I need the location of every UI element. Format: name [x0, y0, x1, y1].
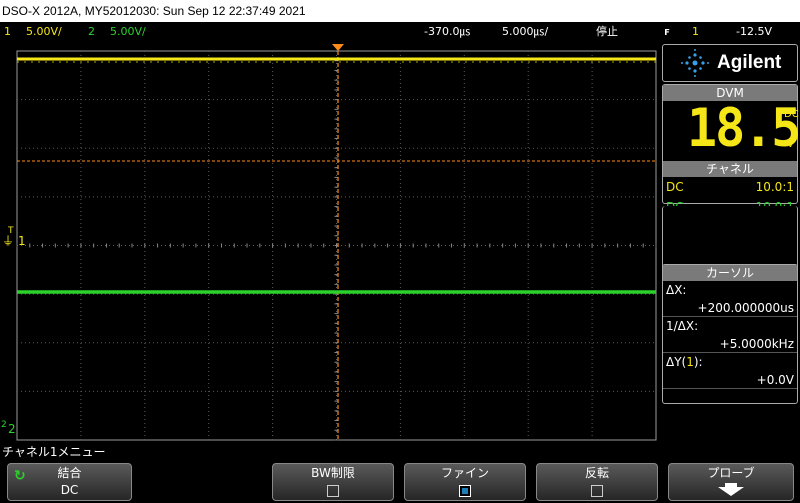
rotate-knob-icon: ↻ — [14, 468, 26, 484]
bw-limit-softkey[interactable]: BW制限 — [272, 463, 394, 501]
run-state: 停止 — [596, 25, 618, 38]
ch1-coupling: DC — [666, 180, 684, 194]
info-panel: Agilent DVM 18.5 DC V チャネル DC 10.0:1 DC … — [660, 42, 800, 442]
ch1-ground-marker[interactable]: 1 — [18, 234, 26, 248]
cursor-box: カーソル ΔX: +200.000000us 1/ΔX: +5.0000kHz … — [662, 264, 798, 404]
scope-display[interactable]: T ⏚ 1 2 2 — [0, 42, 660, 442]
dx-value: +200.000000us — [663, 299, 797, 317]
dvm-unit: V — [787, 139, 794, 150]
dvm-box: DVM 18.5 DC V チャネル DC 10.0:1 DC 10.0:1 — [662, 84, 800, 214]
probe-label: プローブ — [707, 466, 755, 480]
cursor-header: カーソル — [663, 265, 797, 281]
agilent-spark-icon — [681, 49, 709, 77]
inv-dx-label: 1/ΔX: — [666, 319, 699, 333]
status-bar: 1 5.00V/ 2 5.00V/ -370.0㎲ 5.000㎲/ 停止 ꜰ 1… — [0, 22, 800, 42]
fine-label: ファイン — [440, 466, 489, 480]
dy-label-pre: ΔY( — [666, 355, 687, 369]
invert-checkbox[interactable] — [591, 484, 603, 497]
dy-label-post: ): — [693, 355, 703, 369]
dvm-coupling: DC — [784, 109, 799, 120]
fine-softkey[interactable]: ファイン — [404, 463, 526, 501]
brand-name: Agilent — [717, 52, 782, 73]
ch2-ground-marker[interactable]: 2 — [8, 422, 16, 436]
arrow-down-icon — [718, 483, 744, 496]
time-scale[interactable]: 5.000㎲/ — [502, 22, 548, 42]
trigger-channel[interactable]: 1 — [692, 22, 699, 42]
bw-limit-checkbox[interactable] — [327, 484, 339, 497]
ch1-probe: 10.0:1 — [755, 180, 794, 194]
ch2-marker-small: 2 — [1, 420, 7, 430]
dy-label: ΔY(1): — [663, 353, 797, 371]
invert-softkey[interactable]: 反転 — [536, 463, 658, 501]
dvm-value: 18.5 — [687, 97, 800, 159]
waveform-area[interactable] — [0, 42, 660, 442]
coupling-softkey[interactable]: ↻ 結合 DC — [7, 463, 132, 501]
ch1-scale[interactable]: 5.00V/ — [26, 22, 62, 42]
probe-softkey[interactable]: プローブ — [668, 463, 794, 501]
menu-title: チャネル1メニュー — [2, 445, 106, 459]
dy-channel: 1 — [686, 355, 694, 369]
coupling-label: 結合 — [57, 466, 82, 480]
trigger-time-marker[interactable] — [332, 44, 344, 51]
channel-row-1[interactable]: DC 10.0:1 — [663, 177, 797, 197]
bw-limit-label: BW制限 — [311, 466, 355, 480]
ch1-number[interactable]: 1 — [4, 22, 11, 42]
ch2-number[interactable]: 2 — [88, 22, 95, 42]
ground-icon: ⏚ — [2, 234, 15, 248]
invert-label: 反転 — [584, 466, 609, 480]
trigger-edge-icon: ꜰ — [664, 25, 671, 38]
fine-checkbox[interactable] — [459, 484, 471, 497]
dx-label: ΔX: — [666, 283, 687, 297]
coupling-value: DC — [60, 483, 79, 497]
graticule — [16, 50, 657, 441]
channel-header: チャネル — [663, 161, 797, 177]
brand-logo: Agilent — [662, 44, 798, 82]
inv-dx-value: +5.0000kHz — [663, 335, 797, 353]
time-offset[interactable]: -370.0㎲ — [424, 22, 470, 42]
dy-value: +0.0V — [663, 371, 797, 389]
window-title: DSO-X 2012A, MY52012030: Sun Sep 12 22:3… — [0, 0, 800, 22]
trigger-level[interactable]: -12.5V — [736, 22, 772, 42]
ch2-scale[interactable]: 5.00V/ — [110, 22, 146, 42]
